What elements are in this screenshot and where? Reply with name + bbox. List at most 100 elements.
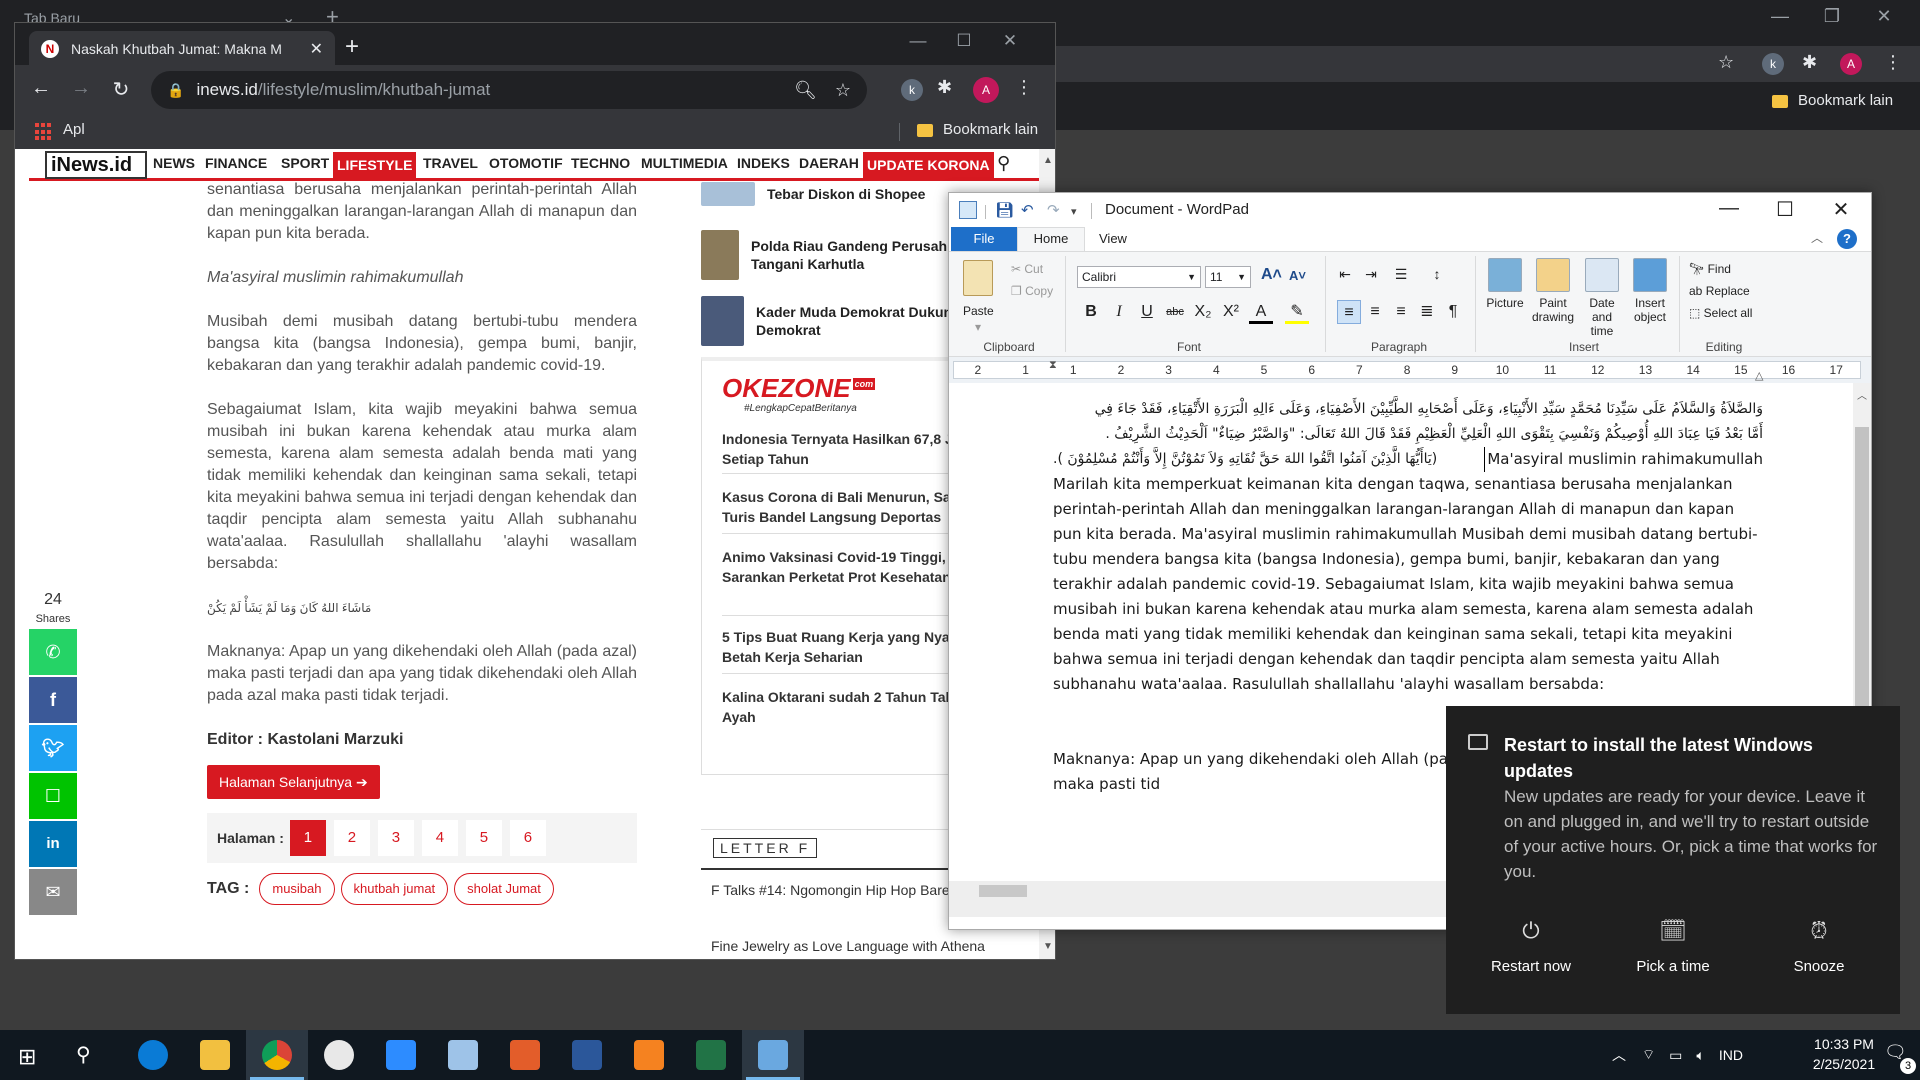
- letter-f-logo[interactable]: LETTER F: [713, 838, 818, 858]
- wordpad-maximize-icon[interactable]: ☐: [1757, 197, 1813, 222]
- other-bookmarks[interactable]: Bookmark lain: [917, 121, 1038, 138]
- nav-multimedia[interactable]: MULTIMEDIA: [641, 155, 728, 171]
- inews-logo[interactable]: iNews.id: [45, 151, 147, 179]
- indent-marker-icon[interactable]: ⧗: [1049, 359, 1057, 372]
- sublime-icon[interactable]: [634, 1040, 664, 1070]
- chrome-menu-icon[interactable]: ⋮: [1015, 77, 1033, 98]
- font-color-icon[interactable]: A: [1249, 300, 1273, 324]
- nav-otomotif[interactable]: OTOMOTIF: [489, 155, 563, 171]
- extension-icon[interactable]: k: [901, 79, 923, 101]
- increase-indent-icon[interactable]: ⇥: [1359, 262, 1383, 286]
- background-extension-icon[interactable]: k: [1762, 53, 1784, 75]
- xampp-icon[interactable]: [510, 1040, 540, 1070]
- italic-icon[interactable]: I: [1107, 300, 1131, 324]
- facebook-share-icon[interactable]: f: [29, 677, 77, 723]
- bookmark-star-icon[interactable]: ☆: [835, 80, 851, 101]
- apps-grid-icon[interactable]: [35, 123, 53, 141]
- twitter-share-icon[interactable]: 🐦︎: [29, 725, 77, 771]
- paint-drawing-button[interactable]: Paint drawing: [1529, 258, 1577, 324]
- address-bar[interactable]: 🔒 inews.id /lifestyle/muslim/khutbah-jum…: [151, 71, 867, 109]
- file-explorer-icon[interactable]: [200, 1040, 230, 1070]
- tag-pill[interactable]: musibah: [259, 873, 335, 905]
- show-hidden-icons-icon[interactable]: ︿: [1612, 1045, 1626, 1065]
- back-arrow-icon[interactable]: ←: [21, 77, 61, 100]
- wifi-icon[interactable]: ⌔: [1642, 1046, 1655, 1064]
- linkedin-share-icon[interactable]: in: [29, 821, 77, 867]
- strikethrough-icon[interactable]: abc: [1163, 300, 1187, 324]
- nav-news[interactable]: NEWS: [153, 155, 195, 171]
- select-all-button[interactable]: ⬚ Select all: [1689, 306, 1752, 320]
- volume-icon[interactable]: 🔈︎: [1696, 1047, 1704, 1064]
- save-icon[interactable]: 💾︎: [995, 201, 1014, 219]
- reload-icon[interactable]: ↻: [101, 77, 141, 102]
- bold-icon[interactable]: B: [1079, 300, 1103, 324]
- view-tab[interactable]: View: [1099, 227, 1127, 251]
- line-share-icon[interactable]: ☐: [29, 773, 77, 819]
- superscript-icon[interactable]: X²: [1219, 300, 1243, 324]
- excel-icon[interactable]: [696, 1040, 726, 1070]
- nav-indeks[interactable]: INDEKS: [737, 155, 790, 171]
- restart-now-button[interactable]: ⏻ Restart now: [1456, 918, 1606, 975]
- nav-techno[interactable]: TECHNO: [571, 155, 630, 171]
- decrease-indent-icon[interactable]: ⇤: [1333, 262, 1357, 286]
- close-window-icon[interactable]: ✕: [987, 31, 1033, 51]
- taskbar-clock[interactable]: 10:33 PM 2/25/2021: [1808, 1034, 1880, 1074]
- nav-sport[interactable]: SPORT: [281, 155, 329, 171]
- justify-icon[interactable]: ≣: [1415, 300, 1439, 324]
- subscript-icon[interactable]: X₂: [1191, 300, 1215, 324]
- page-link[interactable]: 6: [509, 820, 546, 856]
- word-icon[interactable]: [572, 1040, 602, 1070]
- align-right-icon[interactable]: ≡: [1389, 300, 1413, 324]
- letter-f-headline[interactable]: Fine Jewelry as Love Language with Athen…: [711, 938, 1031, 954]
- collapse-ribbon-icon[interactable]: ︿: [1811, 229, 1823, 246]
- nav-travel[interactable]: TRAVEL: [423, 155, 478, 171]
- maximize-icon[interactable]: ☐: [941, 31, 987, 51]
- zoom-search-icon[interactable]: 🔍︎: [794, 80, 817, 101]
- wordpad-app-icon[interactable]: [959, 201, 977, 219]
- chrome-icon[interactable]: [262, 1040, 292, 1070]
- customize-toolbar-icon[interactable]: ▾: [1071, 205, 1077, 218]
- page-link[interactable]: 1: [289, 820, 326, 856]
- help-icon[interactable]: ?: [1837, 229, 1857, 249]
- email-share-icon[interactable]: ✉: [29, 869, 77, 915]
- tag-pill[interactable]: khutbah jumat: [340, 873, 449, 905]
- align-left-icon[interactable]: ≡: [1337, 300, 1361, 324]
- nav-finance[interactable]: FINANCE: [205, 155, 267, 171]
- file-tab[interactable]: File: [951, 227, 1017, 251]
- scrollbar-thumb[interactable]: [979, 885, 1027, 897]
- edge-icon[interactable]: [138, 1040, 168, 1070]
- shrink-font-icon[interactable]: A˅: [1289, 268, 1306, 283]
- cube-app-icon[interactable]: [448, 1040, 478, 1070]
- battery-icon[interactable]: ▭: [1669, 1047, 1682, 1064]
- font-size-select[interactable]: 11 ▼: [1205, 266, 1251, 288]
- font-family-select[interactable]: Calibri ▼: [1077, 266, 1201, 288]
- highlight-color-icon[interactable]: ✎: [1285, 300, 1309, 324]
- ruler[interactable]: 2 1 1 2 3 4 5 6 7 8 9 10 11 12 13 14 15 16 17 ⧗ △: [949, 357, 1871, 383]
- page-link[interactable]: 3: [377, 820, 414, 856]
- new-tab-icon[interactable]: +: [345, 33, 359, 61]
- minimize-icon[interactable]: —: [895, 31, 941, 51]
- scroll-up-icon[interactable]: ︿: [1857, 387, 1867, 402]
- tag-pill[interactable]: sholat Jumat: [454, 873, 554, 905]
- profile-avatar[interactable]: A: [973, 77, 999, 103]
- background-minimize-icon[interactable]: —: [1760, 6, 1800, 27]
- site-search-icon[interactable]: ⚲: [997, 153, 1010, 174]
- tab-close-icon[interactable]: ✕: [310, 39, 323, 59]
- line-spacing-icon[interactable]: ↕: [1425, 262, 1449, 286]
- pick-a-time-button[interactable]: 🗓︎ Pick a time: [1598, 918, 1748, 975]
- undo-icon[interactable]: ↶: [1021, 201, 1034, 219]
- snooze-button[interactable]: ⏰︎ Snooze: [1744, 918, 1894, 975]
- date-time-button[interactable]: Date and time: [1579, 258, 1625, 338]
- bullet-list-icon[interactable]: ☰: [1389, 262, 1413, 286]
- copy-button[interactable]: ❐ Copy: [1011, 284, 1053, 298]
- wordpad-minimize-icon[interactable]: —: [1701, 197, 1757, 220]
- align-center-icon[interactable]: ≡: [1363, 300, 1387, 324]
- wordpad-close-icon[interactable]: ✕: [1813, 197, 1869, 222]
- app-icon[interactable]: [324, 1040, 354, 1070]
- background-bookmark-other[interactable]: Bookmark lain: [1772, 92, 1893, 109]
- background-profile-avatar[interactable]: A: [1840, 53, 1862, 75]
- replace-button[interactable]: ab Replace: [1689, 284, 1750, 298]
- paste-button[interactable]: [959, 260, 997, 302]
- home-tab[interactable]: Home: [1017, 227, 1085, 251]
- right-indent-marker-icon[interactable]: △: [1755, 369, 1763, 382]
